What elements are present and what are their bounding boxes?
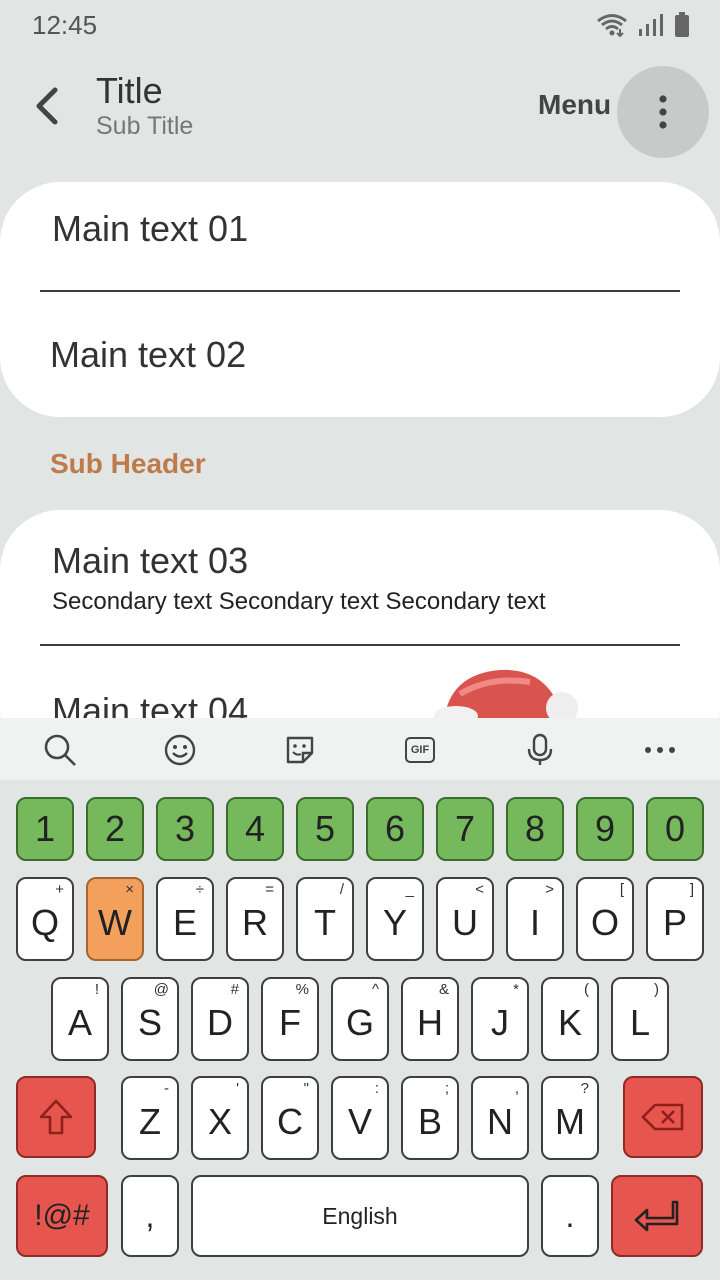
key-x[interactable]: ' X xyxy=(191,1076,249,1160)
backspace-icon xyxy=(641,1103,684,1131)
comma-key[interactable]: , xyxy=(121,1175,179,1257)
symbols-key[interactable]: !@# xyxy=(16,1175,108,1257)
signal-icon xyxy=(639,14,663,36)
page-title: Title xyxy=(96,70,163,111)
emoji-icon[interactable] xyxy=(163,733,197,767)
key-b[interactable]: ; B xyxy=(401,1076,459,1160)
key-z[interactable]: -Z xyxy=(121,1076,179,1160)
key-v[interactable]: :V xyxy=(331,1076,389,1160)
key-y[interactable]: _ Y xyxy=(366,877,424,961)
shift-key[interactable] xyxy=(16,1076,96,1158)
list-item-3[interactable]: Main text 03 xyxy=(52,540,248,582)
key-r[interactable]: = R xyxy=(226,877,284,961)
key-9[interactable]: 9 xyxy=(576,797,634,861)
key-a[interactable]: ! A xyxy=(51,977,109,1061)
list-item-2[interactable]: Main text 02 xyxy=(50,334,246,376)
key-c[interactable]: " C xyxy=(261,1076,319,1160)
key-g[interactable]: ^ G xyxy=(331,977,389,1061)
menu-button[interactable]: Menu xyxy=(538,89,611,121)
key-q[interactable]: + Q xyxy=(16,877,74,961)
more-vert-icon xyxy=(659,95,667,129)
wifi-icon xyxy=(597,14,627,38)
key-u[interactable]: < U xyxy=(436,877,494,961)
key-p[interactable]: ] P xyxy=(646,877,704,961)
key-h[interactable]: & H xyxy=(401,977,459,1061)
key-l[interactable]: ) L xyxy=(611,977,669,1061)
sub-header: Sub Header xyxy=(50,448,206,479)
key-1[interactable]: 1 xyxy=(16,797,74,861)
key-o[interactable]: [O xyxy=(576,877,634,961)
space-key[interactable]: English xyxy=(191,1175,529,1257)
divider xyxy=(40,290,680,292)
key-i[interactable]: > I xyxy=(506,877,564,961)
page-subtitle: Sub Title xyxy=(96,112,194,140)
backspace-key[interactable] xyxy=(623,1076,703,1158)
santa-hat-icon xyxy=(434,669,578,720)
key-k[interactable]: (K xyxy=(541,977,599,1061)
key-s[interactable]: @ S xyxy=(121,977,179,1061)
key-4[interactable]: 4 xyxy=(226,797,284,861)
more-options-button[interactable] xyxy=(617,66,709,158)
chevron-left-icon xyxy=(36,87,58,125)
shift-icon xyxy=(39,1099,73,1135)
key-t[interactable]: / T xyxy=(296,877,354,961)
enter-key[interactable] xyxy=(611,1175,703,1257)
key-j[interactable]: * J xyxy=(471,977,529,1061)
enter-icon xyxy=(634,1200,679,1232)
key-3[interactable]: 3 xyxy=(156,797,214,861)
keyboard-toolbar xyxy=(0,718,720,780)
key-6[interactable]: 6 xyxy=(366,797,424,861)
key-d[interactable]: # D xyxy=(191,977,249,1061)
divider xyxy=(40,644,680,646)
list-item-3-secondary: Secondary text Secondary text Secondary … xyxy=(52,588,546,615)
back-button[interactable] xyxy=(26,84,66,128)
key-m[interactable]: ? M xyxy=(541,1076,599,1160)
more-horiz-icon[interactable] xyxy=(643,733,677,767)
key-n[interactable]: ,N xyxy=(471,1076,529,1160)
key-w[interactable]: × W xyxy=(86,877,144,961)
status-time: 12:45 xyxy=(32,10,98,40)
key-f[interactable]: % F xyxy=(261,977,319,1061)
period-key[interactable]: . xyxy=(541,1175,599,1257)
status-icons xyxy=(596,10,690,40)
battery-icon xyxy=(675,12,689,37)
mic-icon[interactable] xyxy=(523,733,557,767)
gif-label: GIF xyxy=(405,737,435,763)
sticker-icon[interactable] xyxy=(283,733,317,767)
key-8[interactable]: 8 xyxy=(506,797,564,861)
key-0[interactable]: 0 xyxy=(646,797,704,861)
gif-icon[interactable]: GIF xyxy=(403,733,437,767)
search-icon[interactable] xyxy=(43,733,77,767)
key-e[interactable]: ÷ E xyxy=(156,877,214,961)
key-2[interactable]: 2 xyxy=(86,797,144,861)
list-item-1[interactable]: Main text 01 xyxy=(52,208,248,250)
key-7[interactable]: 7 xyxy=(436,797,494,861)
key-5[interactable]: 5 xyxy=(296,797,354,861)
